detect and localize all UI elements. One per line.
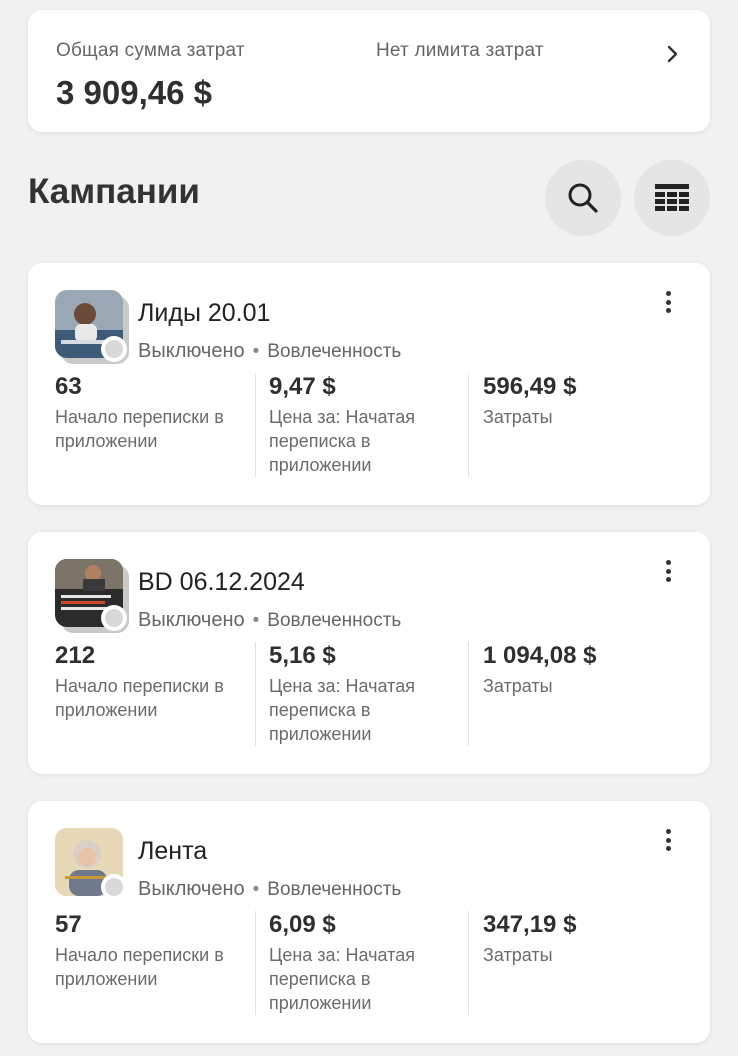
metric-divider — [255, 642, 256, 746]
metric-divider — [255, 373, 256, 477]
metric-results: 63 Начало переписки в приложении — [55, 373, 255, 453]
status-indicator — [101, 336, 127, 362]
campaign-objective: Вовлеченность — [267, 610, 402, 631]
results-label: Начало переписки в приложении — [55, 676, 224, 720]
spend-value: 347,19 $ — [483, 911, 577, 938]
status-indicator — [101, 874, 127, 900]
page-title: Кампании — [28, 172, 200, 211]
metric-divider — [468, 911, 469, 1015]
search-icon — [568, 183, 598, 213]
campaign-status: Выключено — [138, 340, 245, 362]
campaign-name[interactable]: BD 06.12.2024 — [138, 568, 305, 597]
metric-divider — [255, 911, 256, 1015]
metric-spend: 347,19 $ Затраты — [483, 911, 683, 967]
metric-results: 57 Начало переписки в приложении — [55, 911, 255, 991]
campaign-card[interactable]: BD 06.12.2024 Выключено • Вовлеченность 21… — [28, 532, 710, 774]
campaign-status-line: Выключено • Вовлеченность — [138, 878, 402, 900]
metric-divider — [468, 373, 469, 477]
cost-label: Цена за: Начатая переписка в приложении — [269, 676, 415, 744]
metric-spend: 1 094,08 $ Затраты — [483, 642, 683, 698]
campaign-objective: Вовлеченность — [267, 341, 402, 362]
spend-limit-label: Нет лимита затрат — [376, 40, 544, 61]
campaign-name[interactable]: Лиды 20.01 — [138, 299, 270, 328]
chevron-right-icon[interactable] — [666, 44, 680, 64]
spend-label: Затраты — [483, 945, 553, 965]
cost-value: 9,47 $ — [269, 373, 336, 400]
results-label: Начало переписки в приложении — [55, 945, 224, 989]
results-value: 212 — [55, 642, 96, 669]
campaign-card[interactable]: Лента Выключено • Вовлеченность 57 Начало … — [28, 801, 710, 1043]
spend-summary-card[interactable]: Общая сумма затрат 3 909,46 $ Нет лимита… — [28, 10, 710, 132]
campaign-status: Выключено — [138, 609, 245, 631]
total-spend-label: Общая сумма затрат — [56, 40, 245, 61]
metric-divider — [468, 642, 469, 746]
cost-label: Цена за: Начатая переписка в приложении — [269, 407, 415, 475]
campaign-card[interactable]: Лиды 20.01 Выключено • Вовлеченность 63 На… — [28, 263, 710, 505]
results-value: 63 — [55, 373, 82, 400]
metric-cost: 5,16 $ Цена за: Начатая переписка в прил… — [269, 642, 459, 746]
spend-label: Затраты — [483, 676, 553, 696]
metric-cost: 9,47 $ Цена за: Начатая переписка в прил… — [269, 373, 459, 477]
results-label: Начало переписки в приложении — [55, 407, 224, 451]
spend-value: 596,49 $ — [483, 373, 577, 400]
more-vertical-icon[interactable] — [664, 560, 672, 582]
total-spend-value: 3 909,46 $ — [56, 74, 212, 111]
search-button[interactable] — [545, 160, 621, 236]
table-view-icon — [655, 184, 689, 211]
campaign-status-line: Выключено • Вовлеченность — [138, 609, 402, 631]
campaign-status-line: Выключено • Вовлеченность — [138, 340, 402, 362]
cost-value: 5,16 $ — [269, 642, 336, 669]
metric-spend: 596,49 $ Затраты — [483, 373, 683, 429]
spend-value: 1 094,08 $ — [483, 642, 597, 669]
metric-results: 212 Начало переписки в приложении — [55, 642, 255, 722]
table-view-button[interactable] — [634, 160, 710, 236]
campaign-status: Выключено — [138, 878, 245, 900]
campaign-name[interactable]: Лента — [138, 837, 207, 866]
more-vertical-icon[interactable] — [664, 829, 672, 851]
spend-label: Затраты — [483, 407, 553, 427]
metric-cost: 6,09 $ Цена за: Начатая переписка в прил… — [269, 911, 459, 1015]
more-vertical-icon[interactable] — [664, 291, 672, 313]
cost-label: Цена за: Начатая переписка в приложении — [269, 945, 415, 1013]
campaign-objective: Вовлеченность — [267, 879, 402, 900]
results-value: 57 — [55, 911, 82, 938]
cost-value: 6,09 $ — [269, 911, 336, 938]
status-indicator — [101, 605, 127, 631]
